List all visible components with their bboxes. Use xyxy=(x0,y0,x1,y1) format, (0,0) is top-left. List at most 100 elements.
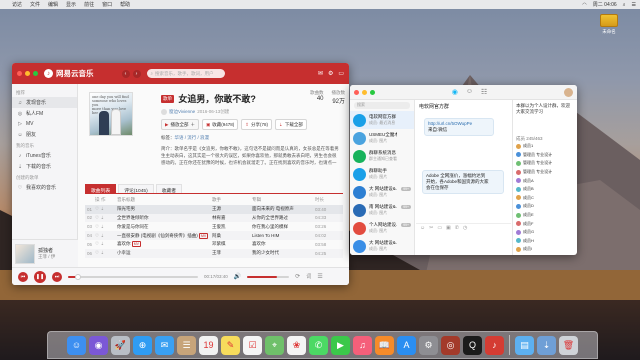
track-actions[interactable]: ♡⇣ xyxy=(95,206,117,212)
clock[interactable]: 周二 04:06 xyxy=(593,1,617,8)
message-input[interactable] xyxy=(416,231,511,255)
launchpad-icon[interactable]: 🚀 xyxy=(111,335,130,355)
track-album[interactable]: Listen To HIM xyxy=(252,233,315,238)
download-icon[interactable]: ⇣ xyxy=(101,241,106,246)
share-button[interactable]: ⇪ 分享(78) xyxy=(241,119,273,130)
groups-tab-icon[interactable]: ☷ xyxy=(481,88,487,96)
menu-item-finder[interactable]: 访达 xyxy=(12,1,22,8)
table-row[interactable]: 05 ♡⇣ 喜欢你 MV 邓紫棋 喜欢你 03:58 xyxy=(85,240,343,249)
forward-icon[interactable]: › xyxy=(132,69,141,78)
track-artist[interactable]: 邓紫棋 xyxy=(212,241,252,247)
member-item[interactable]: 成员A xyxy=(513,176,577,185)
appstore-icon[interactable]: A xyxy=(397,335,416,355)
clock-icon[interactable]: ◷ xyxy=(463,225,467,231)
facetime-icon[interactable]: ▶ xyxy=(331,335,350,355)
siri-icon[interactable]: ◉ xyxy=(89,335,108,355)
list-item[interactable]: 群聊助手 成员: 图片 xyxy=(350,165,414,183)
list-item[interactable]: 大 网站建设&... 成员: 图片 xyxy=(350,237,414,255)
member-item[interactable]: 管理员 专业设计 xyxy=(513,159,577,168)
track-album[interactable]: 你在我心里的模样 xyxy=(252,224,315,230)
previous-button[interactable]: ⏮ xyxy=(18,271,28,282)
download-icon[interactable]: ⇣ xyxy=(101,233,106,238)
download-icon[interactable]: ⇣ xyxy=(101,224,106,229)
next-button[interactable]: ⏭ xyxy=(52,271,62,282)
track-artist[interactable]: 王菲 xyxy=(212,250,252,256)
menu-item-go[interactable]: 前往 xyxy=(84,1,94,8)
track-actions[interactable]: ♡⇣ xyxy=(95,233,117,239)
track-album[interactable]: 从你的全世界路过 xyxy=(252,215,315,221)
member-item[interactable]: 管理员 专业设计 xyxy=(513,168,577,177)
lyrics-icon[interactable]: 词 xyxy=(306,273,311,280)
track-album[interactable]: 我的少女时代 xyxy=(252,250,315,256)
tab-subscribers[interactable]: 收藏者 xyxy=(155,184,183,194)
member-item[interactable]: 成员F xyxy=(513,219,577,228)
avatar[interactable] xyxy=(161,109,167,115)
sidebar-item[interactable]: ◎ 私人FM xyxy=(12,108,77,119)
message-bubble[interactable]: Adobe 全网涨价，涨幅约达到 开始，各Adobe和国资源的大家 会在位保存 xyxy=(422,170,504,194)
progress-handle[interactable] xyxy=(75,273,82,280)
trash-icon[interactable]: 🗑 xyxy=(559,335,578,355)
track-artist[interactable]: 阿桑 xyxy=(212,233,252,239)
tab-comments[interactable]: 评论(1045) xyxy=(118,184,154,194)
download-icon[interactable]: ⇣ xyxy=(101,250,106,255)
table-row[interactable]: 03 ♡⇣ 你爱是与你同在 王俊凯 你在我心里的模样 03:26 xyxy=(85,222,343,231)
member-item[interactable]: 成员H xyxy=(513,237,577,246)
member-item[interactable]: 成员D xyxy=(513,202,577,211)
track-artist[interactable]: 王俊凯 xyxy=(212,224,252,230)
mail-icon[interactable]: ✉ xyxy=(318,70,323,77)
menu-item-view[interactable]: 显示 xyxy=(66,1,76,8)
zoom-button[interactable] xyxy=(370,89,375,95)
mini-now-playing[interactable]: 孤独者 王菲 / 伊 xyxy=(12,239,78,267)
download-icon[interactable]: ⇣ xyxy=(101,215,106,220)
sidebar-item[interactable]: ♪ iTunes音乐 xyxy=(12,150,77,161)
member-item[interactable]: 成员G xyxy=(513,228,577,237)
folder-icon[interactable]: ▭ xyxy=(437,225,442,231)
track-actions[interactable]: ♡⇣ xyxy=(95,250,117,256)
table-row[interactable]: 02 ♡⇣ 全世界谁倾听你 林宥嘉 从你的全世界路过 04:33 xyxy=(85,213,343,223)
contacts-icon[interactable]: ☰ xyxy=(177,335,196,355)
downloads-icon[interactable]: ⇣ xyxy=(537,335,556,355)
netease-music-icon[interactable]: ♪ xyxy=(485,335,504,355)
photobooth-icon[interactable]: ◎ xyxy=(441,335,460,355)
menu-item-help[interactable]: 帮助 xyxy=(120,1,130,8)
minimize-button[interactable] xyxy=(362,89,367,95)
mv-badge[interactable]: MV xyxy=(131,241,142,248)
sidebar-item[interactable]: ☺ 朋友 xyxy=(12,129,77,140)
menu-item-edit[interactable]: 编辑 xyxy=(48,1,58,8)
pause-button[interactable]: ❚❚ xyxy=(34,270,46,283)
track-album[interactable]: 喜欢你 xyxy=(252,241,315,247)
member-item[interactable]: 成员J xyxy=(513,254,577,255)
phone-icon[interactable]: ✆ xyxy=(455,225,459,231)
table-row[interactable]: 04 ♡⇣ 一直很安静 (电视剧《仙剑奇侠传》插曲) MV 阿桑 Listen To H… xyxy=(85,231,343,240)
minimize-button[interactable] xyxy=(25,71,30,76)
sidebar-item[interactable]: ⇣ 下载的音乐 xyxy=(12,161,77,172)
volume-slider[interactable] xyxy=(247,275,290,278)
mail-icon[interactable]: ✉ xyxy=(155,335,174,355)
folder-icon[interactable]: ▤ xyxy=(515,335,534,355)
finder-icon[interactable]: ☺ xyxy=(67,335,86,355)
back-icon[interactable]: ‹ xyxy=(121,69,130,78)
zoom-button[interactable] xyxy=(33,71,38,76)
books-icon[interactable]: 📖 xyxy=(375,335,394,355)
music-icon[interactable]: ♫ xyxy=(353,335,372,355)
member-item[interactable]: 成员1 xyxy=(513,142,577,151)
play-all-button[interactable]: ▶ 播放全部＋ xyxy=(161,119,199,130)
photos-icon[interactable]: ❀ xyxy=(287,335,306,355)
table-row[interactable]: 06 ♡⇣ 小幸运 王菲 我的少女时代 04:25 xyxy=(85,248,343,258)
author-name[interactable]: 窗边Vivienne xyxy=(169,109,195,115)
avatar[interactable] xyxy=(563,87,573,97)
sidebar-item[interactable]: ▷ MV xyxy=(12,119,77,129)
image-icon[interactable]: ▣ xyxy=(446,225,451,231)
calendar-icon[interactable]: 19 xyxy=(199,335,218,355)
notes-icon[interactable]: ✎ xyxy=(221,335,240,355)
table-row[interactable]: 01 ♡⇣ 阳光宅男 王源 面向未来的 电视原声 03:40 xyxy=(85,204,343,214)
volume-icon[interactable]: 🔊 xyxy=(234,273,241,280)
sidebar-item[interactable]: ♡ 我喜欢的音乐 xyxy=(12,182,77,193)
download-icon[interactable]: ⇣ xyxy=(101,206,106,211)
emoji-icon[interactable]: ☺ xyxy=(420,225,425,231)
track-actions[interactable]: ♡⇣ xyxy=(95,224,117,230)
menu-item-window[interactable]: 窗口 xyxy=(102,1,112,8)
track-album[interactable]: 面向未来的 电视原声 xyxy=(252,206,315,212)
chat-tab-icon[interactable]: ◉ xyxy=(452,88,458,96)
list-item[interactable]: 南 网站建设&... 成员: 图片 99+ xyxy=(350,201,414,219)
